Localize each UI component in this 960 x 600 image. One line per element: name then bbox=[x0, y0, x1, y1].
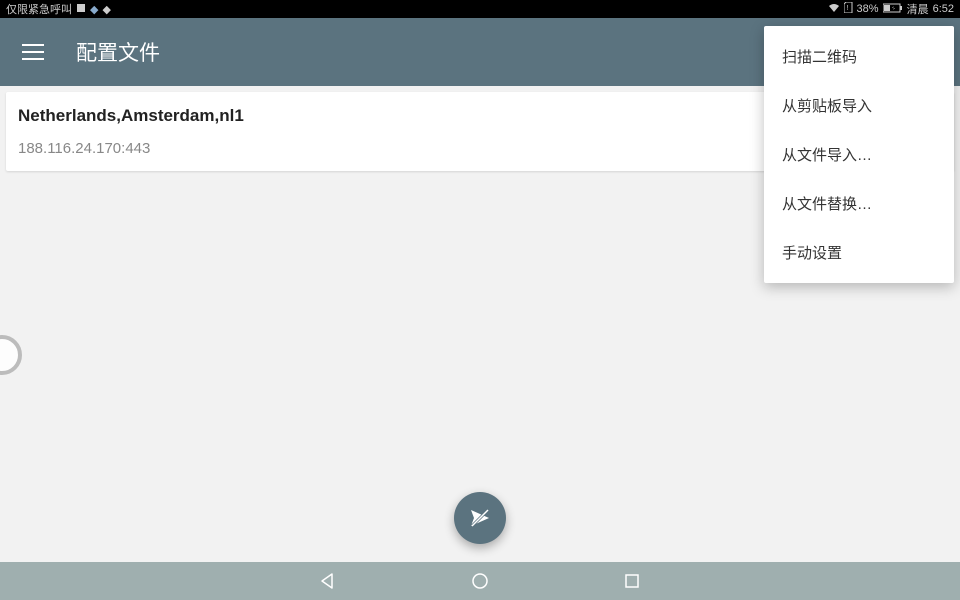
status-left: 仅限紧急呼叫 ◆ ◆ bbox=[6, 1, 111, 17]
status-right: ! 38% 清晨 6:52 bbox=[828, 1, 954, 17]
status-text: 仅限紧急呼叫 bbox=[6, 1, 72, 17]
nav-back-button[interactable] bbox=[317, 570, 339, 592]
menu-item-import-clipboard[interactable]: 从剪贴板导入 bbox=[764, 81, 954, 130]
menu-button[interactable] bbox=[22, 40, 46, 64]
nav-recent-button[interactable] bbox=[621, 570, 643, 592]
lightning-icon: ◆ bbox=[90, 3, 98, 16]
paper-plane-off-icon bbox=[468, 506, 492, 530]
square-recent-icon bbox=[624, 573, 640, 589]
page-title: 配置文件 bbox=[76, 37, 160, 67]
no-sim-icon: ! bbox=[844, 2, 853, 16]
battery-percent: 38% bbox=[857, 3, 879, 15]
battery-icon bbox=[883, 3, 903, 16]
clock: 6:52 bbox=[933, 3, 954, 15]
menu-item-scan-qr[interactable]: 扫描二维码 bbox=[764, 32, 954, 81]
time-prefix: 清晨 bbox=[907, 1, 929, 17]
connect-fab[interactable] bbox=[454, 492, 506, 544]
circle-home-icon bbox=[471, 572, 489, 590]
svg-text:!: ! bbox=[846, 5, 848, 12]
nav-home-button[interactable] bbox=[469, 570, 491, 592]
add-profile-menu: 扫描二维码 从剪贴板导入 从文件导入… 从文件替换… 手动设置 bbox=[764, 26, 954, 283]
android-nav-bar bbox=[0, 562, 960, 600]
lightning-icon-2: ◆ bbox=[102, 3, 110, 16]
triangle-back-icon bbox=[319, 572, 337, 590]
menu-item-manual[interactable]: 手动设置 bbox=[764, 228, 954, 277]
wifi-icon bbox=[828, 3, 840, 16]
menu-item-import-file[interactable]: 从文件导入… bbox=[764, 130, 954, 179]
sim-icon bbox=[76, 3, 86, 16]
menu-item-replace-file[interactable]: 从文件替换… bbox=[764, 179, 954, 228]
android-status-bar: 仅限紧急呼叫 ◆ ◆ ! 38% 清晨 6:52 bbox=[0, 0, 960, 18]
